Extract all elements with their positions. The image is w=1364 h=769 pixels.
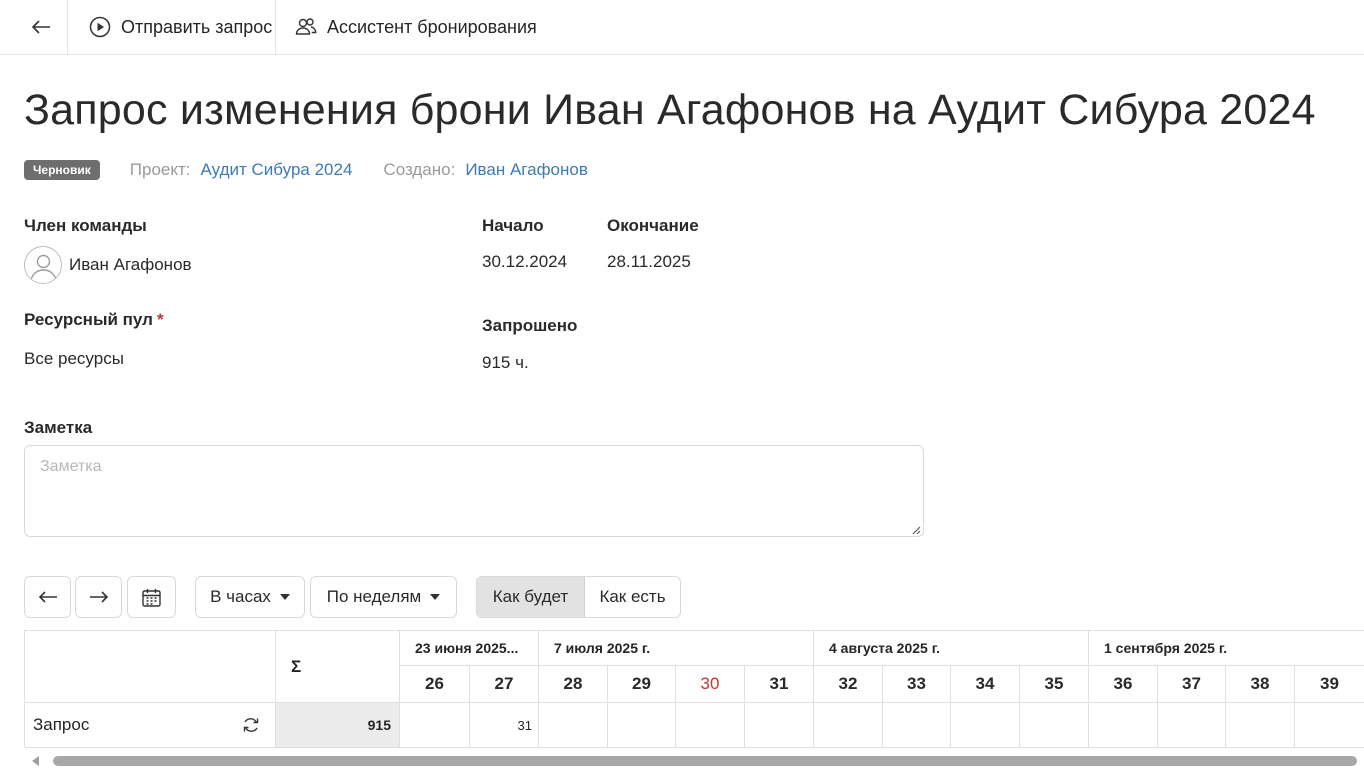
booking-assistant-label: Ассистент бронирования — [327, 16, 537, 37]
week-value-cell[interactable] — [745, 703, 814, 748]
row-label-text: Запрос — [33, 715, 90, 734]
week-header: 34 — [951, 666, 1020, 703]
meta-row: Черновик Проект: Аудит Сибура 2024 Созда… — [24, 158, 619, 182]
week-header: 33 — [883, 666, 951, 703]
users-icon — [295, 18, 317, 35]
week-value-cell[interactable] — [951, 703, 1020, 748]
week-header: 39 — [1295, 666, 1364, 703]
note-label: Заметка — [24, 418, 93, 437]
calendar-icon — [142, 588, 161, 607]
week-header: 28 — [539, 666, 608, 703]
arrow-left-icon — [38, 591, 57, 603]
week-header: 31 — [745, 666, 814, 703]
required-marker: * — [156, 310, 164, 329]
week-value-cell[interactable] — [1020, 703, 1089, 748]
note-textarea[interactable] — [24, 445, 924, 537]
pool-label-text: Ресурсный пул — [24, 310, 153, 329]
sum-header: Σ — [276, 631, 400, 703]
week-header: 32 — [814, 666, 883, 703]
view-toggle: Как будет Как есть — [476, 576, 681, 618]
back-button[interactable] — [16, 10, 66, 44]
week-value-cell[interactable] — [676, 703, 745, 748]
week-value-cell[interactable] — [539, 703, 608, 748]
month-header: 7 июля 2025 г. — [539, 631, 814, 666]
member-label: Член команды — [24, 216, 147, 235]
week-header: 27 — [470, 666, 539, 703]
user-icon — [30, 254, 57, 281]
member-value[interactable]: Иван Агафонов — [69, 255, 192, 275]
grid-corner-cell — [25, 631, 276, 703]
toolbar-divider — [275, 0, 276, 55]
created-by-link[interactable]: Иван Агафонов — [465, 160, 588, 180]
week-header-highlighted: 30 — [676, 666, 745, 703]
week-value-cell[interactable] — [1226, 703, 1295, 748]
resize-grip-icon[interactable] — [910, 524, 921, 535]
view-toggle-current[interactable]: Как есть — [585, 577, 680, 617]
page-title: Запрос изменения брони Иван Агафонов на … — [24, 86, 1316, 134]
created-label: Создано: — [383, 160, 456, 179]
prev-period-button[interactable] — [24, 576, 71, 618]
week-header: 36 — [1089, 666, 1158, 703]
week-header: 26 — [400, 666, 470, 703]
week-value-cell[interactable]: 31 — [470, 703, 539, 748]
month-header: 1 сентября 2025 г. — [1089, 631, 1364, 666]
booking-assistant-button[interactable]: Ассистент бронирования — [295, 10, 537, 44]
next-period-button[interactable] — [75, 576, 122, 618]
pool-value[interactable]: Все ресурсы — [24, 349, 124, 369]
end-label: Окончание — [607, 216, 699, 235]
calendar-button[interactable] — [127, 576, 176, 618]
top-toolbar: Отправить запрос Ассистент бронирования — [0, 0, 1364, 55]
start-value: 30.12.2024 — [482, 252, 568, 271]
week-value-cell[interactable] — [400, 703, 470, 748]
units-select-value: В часах — [210, 587, 271, 606]
week-header: 37 — [1158, 666, 1226, 703]
week-value-cell[interactable] — [1158, 703, 1226, 748]
refresh-icon[interactable] — [241, 716, 261, 734]
toolbar-divider — [67, 0, 68, 55]
week-value-cell[interactable] — [1089, 703, 1158, 748]
row-sum-cell: 915 — [276, 703, 400, 748]
week-value-cell[interactable] — [883, 703, 951, 748]
month-header: 23 июня 2025... — [400, 631, 539, 666]
end-value: 28.11.2025 — [607, 252, 691, 271]
horizontal-scrollbar[interactable] — [24, 752, 1364, 769]
status-badge: Черновик — [24, 160, 100, 180]
requested-label: Запрошено — [482, 316, 578, 335]
week-value-cell[interactable] — [1295, 703, 1364, 748]
timeline-grid: Σ 23 июня 2025... 7 июля 2025 г. 4 авгус… — [24, 630, 1364, 748]
week-header: 29 — [608, 666, 676, 703]
project-link[interactable]: Аудит Сибура 2024 — [201, 160, 353, 180]
scrollbar-thumb[interactable] — [53, 756, 1357, 766]
send-request-label: Отправить запрос — [121, 16, 273, 37]
week-value-cell[interactable] — [814, 703, 883, 748]
view-toggle-planned[interactable]: Как будет — [477, 577, 585, 617]
send-request-button[interactable]: Отправить запрос — [89, 10, 272, 44]
requested-value: 915 ч. — [482, 353, 529, 372]
period-select[interactable]: По неделям — [310, 576, 457, 618]
week-header: 38 — [1226, 666, 1295, 703]
start-label: Начало — [482, 216, 544, 235]
scroll-left-icon[interactable] — [32, 756, 39, 766]
table-row-label: Запрос — [25, 703, 276, 748]
arrow-left-icon — [31, 20, 50, 34]
avatar — [24, 246, 62, 284]
week-header: 35 — [1020, 666, 1089, 703]
chevron-down-icon — [279, 594, 290, 600]
project-label: Проект: — [129, 160, 191, 179]
week-value-cell[interactable] — [608, 703, 676, 748]
pool-label: Ресурсный пул * — [24, 310, 164, 330]
period-select-value: По неделям — [326, 587, 422, 606]
play-circle-icon — [89, 16, 111, 38]
chevron-down-icon — [430, 594, 441, 600]
units-select[interactable]: В часах — [195, 576, 305, 618]
arrow-right-icon — [89, 591, 108, 603]
month-header: 4 августа 2025 г. — [814, 631, 1089, 666]
